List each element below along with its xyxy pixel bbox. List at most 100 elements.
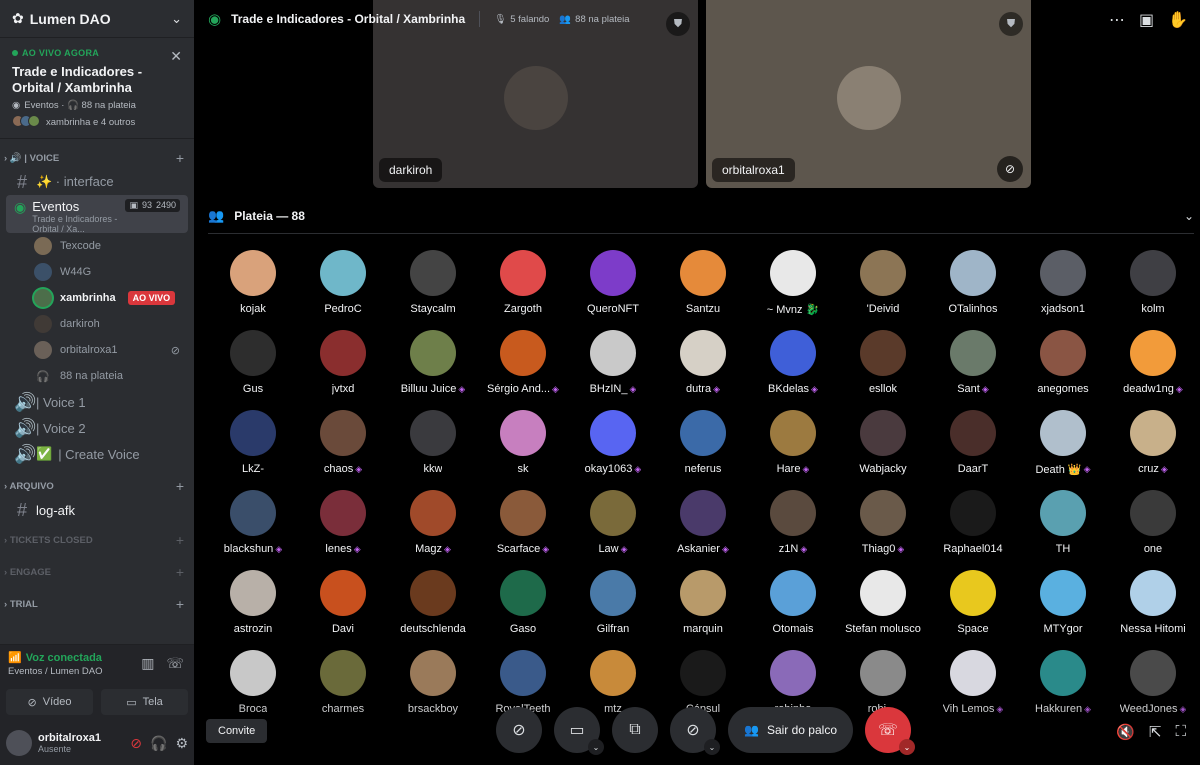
chevron-down-icon[interactable]: ⌄ [899, 739, 915, 755]
soundboard-icon[interactable]: ▥ [141, 655, 154, 672]
audience-member[interactable]: BKdelas ◈ [748, 330, 838, 410]
audience-member[interactable]: Otomais [748, 570, 838, 650]
audience-member[interactable]: Magz ◈ [388, 490, 478, 570]
user-avatar[interactable] [6, 730, 32, 756]
channel-voice-2[interactable]: 🔊 | Voice 2 [6, 415, 188, 441]
voice-member[interactable]: xambrinha AO VIVO [0, 285, 194, 311]
audience-member[interactable]: xjadson1 [1018, 250, 1108, 330]
audience-member[interactable]: Davi [298, 570, 388, 650]
audience-member[interactable]: Law ◈ [568, 490, 658, 570]
screen-share-toggle-button[interactable]: ⧉ [612, 707, 658, 753]
video-button[interactable]: ⊘ Vídeo [6, 689, 93, 715]
audience-member[interactable]: Staycalm [388, 250, 478, 330]
audience-member[interactable]: kojak [208, 250, 298, 330]
audience-member[interactable]: 'Deivid [838, 250, 928, 330]
add-channel-icon[interactable]: + [176, 478, 184, 494]
channel-log-afk[interactable]: # log-afk [6, 497, 188, 523]
audience-member[interactable]: neferus [658, 410, 748, 490]
chevron-down-icon[interactable]: ⌄ [171, 11, 182, 27]
audience-member[interactable]: deadw1ng ◈ [1108, 330, 1198, 410]
audience-member[interactable]: dutra ◈ [658, 330, 748, 410]
channel-interface[interactable]: # ✨ · interface [6, 169, 188, 195]
guild-header[interactable]: ✿ Lumen DAO ⌄ [0, 0, 194, 38]
gear-icon[interactable]: ⚙ [175, 735, 188, 752]
audience-member[interactable]: one [1108, 490, 1198, 570]
chevron-down-icon[interactable]: ⌄ [704, 739, 720, 755]
audience-member[interactable]: sk [478, 410, 568, 490]
disconnect-icon[interactable]: ☏ [166, 655, 184, 672]
audience-member[interactable]: z1N ◈ [748, 490, 838, 570]
popout-icon[interactable]: ▣ [1139, 10, 1154, 30]
audience-member[interactable]: QueroNFT [568, 250, 658, 330]
category-voice[interactable]: › 🔊 | VOICE + [0, 147, 194, 169]
voice-member[interactable]: darkiroh [0, 311, 194, 337]
audience-member[interactable]: lenes ◈ [298, 490, 388, 570]
audience-member[interactable]: Sérgio And... ◈ [478, 330, 568, 410]
audience-header[interactable]: 👥 Plateia — 88 ⌄ [208, 198, 1194, 234]
voice-member[interactable]: Texcode [0, 233, 194, 259]
camera-toggle-button[interactable]: ▭ ⌄ [554, 707, 604, 755]
audience-member[interactable]: Death 👑 ◈ [1018, 410, 1108, 490]
audience-count[interactable]: 🎧 88 na plateia [0, 363, 194, 389]
volume-mute-icon[interactable]: 🔇 [1116, 723, 1135, 741]
audience-member[interactable]: deutschlenda [388, 570, 478, 650]
audience-member[interactable]: Wabjacky [838, 410, 928, 490]
screen-share-button[interactable]: ▭ Tela [101, 689, 188, 715]
audience-member[interactable]: anegomes [1018, 330, 1108, 410]
add-channel-icon[interactable]: + [176, 532, 184, 548]
leave-stage-button[interactable]: 👥 Sair do palco [728, 707, 853, 753]
audience-member[interactable]: astrozin [208, 570, 298, 650]
fullscreen-icon[interactable]: ⛶ [1175, 723, 1186, 741]
audience-member[interactable]: PedroC [298, 250, 388, 330]
audience-member[interactable]: esllok [838, 330, 928, 410]
headphones-icon[interactable]: 🎧 [150, 735, 167, 752]
add-channel-icon[interactable]: + [176, 564, 184, 580]
voice-connected-title[interactable]: Voz conectada [26, 652, 102, 664]
mic-toggle-button[interactable]: ⊘ [496, 707, 542, 753]
live-event-card[interactable]: AO VIVO AGORA ✕ Trade e Indicadores - Or… [0, 38, 194, 139]
category-tickets-closed[interactable]: › TICKETS CLOSED + [0, 529, 194, 551]
audience-member[interactable]: Raphael014 [928, 490, 1018, 570]
audience-member[interactable]: Askanier ◈ [658, 490, 748, 570]
audience-member[interactable]: TH [1018, 490, 1108, 570]
audience-member[interactable]: LkZ- [208, 410, 298, 490]
audience-member[interactable]: marquin [658, 570, 748, 650]
audience-member[interactable]: Nessa Hitomi [1108, 570, 1198, 650]
category-trial[interactable]: › TRIAL + [0, 593, 194, 615]
audience-member[interactable]: kolm [1108, 250, 1198, 330]
audience-member[interactable]: DaarT [928, 410, 1018, 490]
audience-member[interactable]: BHzIN_ ◈ [568, 330, 658, 410]
audience-member[interactable]: cruz ◈ [1108, 410, 1198, 490]
audience-member[interactable]: chaos ◈ [298, 410, 388, 490]
audience-member[interactable]: blackshun ◈ [208, 490, 298, 570]
raise-hand-icon[interactable]: ✋ [1168, 10, 1188, 30]
audience-member[interactable]: Stefan molusco [838, 570, 928, 650]
invite-button[interactable]: Convite [206, 719, 268, 743]
audience-member[interactable]: Gus [208, 330, 298, 410]
channel-eventos[interactable]: ◉ Eventos Trade e Indicadores - Orbital … [6, 195, 188, 234]
audience-member[interactable]: Zargoth [478, 250, 568, 330]
channel-voice-1[interactable]: 🔊 | Voice 1 [6, 389, 188, 415]
popout-icon[interactable]: ⇱ [1149, 723, 1162, 741]
audience-member[interactable]: ~ Mvnz 🐉 [748, 250, 838, 330]
audience-member[interactable]: Thiag0 ◈ [838, 490, 928, 570]
disconnect-button[interactable]: ☏ ⌄ [865, 707, 915, 755]
audience-member[interactable]: Space [928, 570, 1018, 650]
audience-member[interactable]: Gaso [478, 570, 568, 650]
audience-member[interactable]: Hare ◈ [748, 410, 838, 490]
audience-member[interactable]: jvtxd [298, 330, 388, 410]
audience-member[interactable]: Scarface ◈ [478, 490, 568, 570]
chevron-down-icon[interactable]: ⌄ [1184, 209, 1194, 223]
add-channel-icon[interactable]: + [176, 150, 184, 166]
audience-member[interactable]: Sant ◈ [928, 330, 1018, 410]
audience-member[interactable]: OTalinhos [928, 250, 1018, 330]
category-engage[interactable]: › ENGAGE + [0, 561, 194, 583]
mic-muted-icon[interactable]: ⊘ [130, 735, 142, 752]
category-arquivo[interactable]: › ARQUIVO + [0, 475, 194, 497]
audience-member[interactable]: MTYgor [1018, 570, 1108, 650]
channel-create-voice[interactable]: 🔊 ✅ | Create Voice [6, 441, 188, 467]
close-icon[interactable]: ✕ [170, 48, 182, 65]
audience-member[interactable]: Santzu [658, 250, 748, 330]
voice-member[interactable]: W44G [0, 259, 194, 285]
audience-member[interactable]: Gilfran [568, 570, 658, 650]
